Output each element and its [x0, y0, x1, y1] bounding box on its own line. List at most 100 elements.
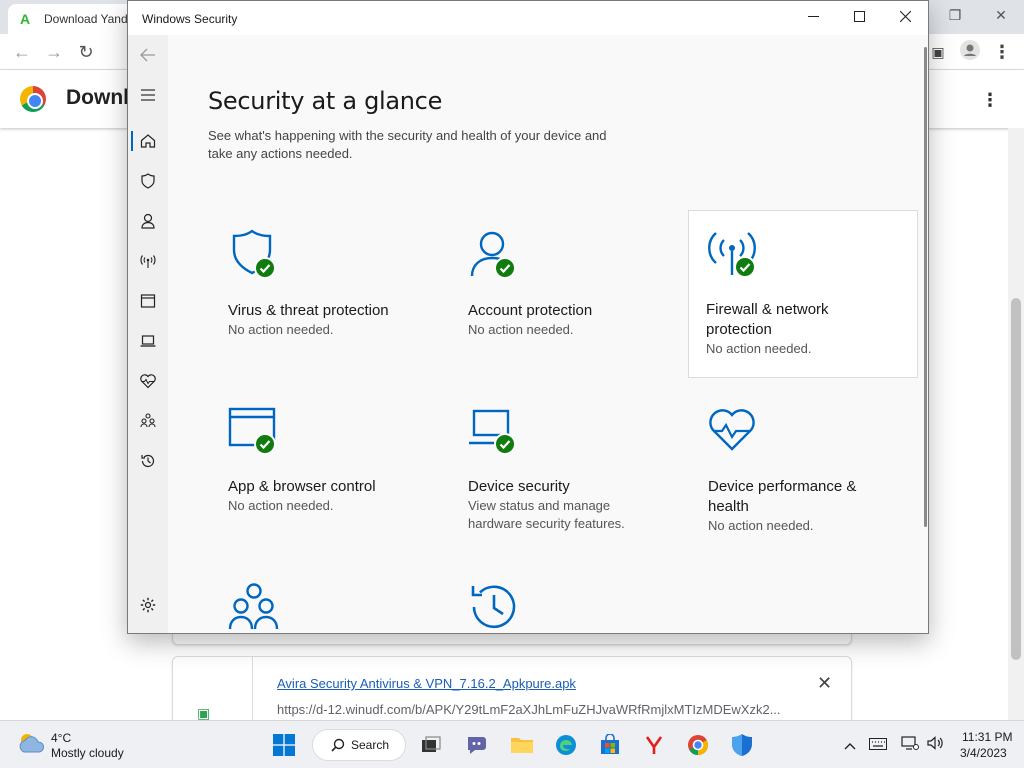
chrome-icon	[688, 735, 709, 756]
side-panel-icon[interactable]: ▣	[926, 40, 950, 64]
page-description: See what's happening with the security a…	[208, 128, 607, 161]
settings-icon	[140, 597, 156, 613]
hamburger-icon	[141, 89, 155, 101]
shield-icon	[732, 734, 752, 756]
tile-title: App & browser control	[228, 478, 376, 495]
file-explorer-button[interactable]	[506, 729, 538, 761]
tile-title: Firewall & network protection	[706, 301, 829, 338]
close-icon	[899, 10, 911, 23]
download-card: ▣ Avira Security Antivirus & VPN_7.16.2_…	[172, 656, 852, 727]
heart-pulse-icon	[140, 374, 156, 389]
tile-device-security[interactable]: Device security View status and manage h…	[448, 387, 678, 553]
history-icon	[141, 454, 155, 468]
forward-icon[interactable]: →	[42, 40, 66, 64]
back-icon[interactable]: ←	[10, 40, 34, 64]
tile-protection-history[interactable]	[448, 563, 678, 633]
start-button[interactable]	[268, 729, 300, 761]
reload-icon[interactable]: ↻	[74, 40, 98, 64]
minimize-icon	[807, 16, 819, 17]
tile-status: No action needed.	[706, 341, 812, 356]
back-button[interactable]	[128, 39, 168, 71]
check-icon	[254, 257, 276, 279]
close-icon[interactable]: ✕	[986, 4, 1016, 26]
check-icon	[254, 433, 276, 455]
sidebar-item-settings[interactable]	[128, 589, 168, 621]
sidebar-item-device-security[interactable]	[128, 325, 168, 357]
weather-cloud-icon[interactable]	[16, 731, 46, 755]
history-icon	[471, 585, 516, 629]
family-icon	[228, 583, 279, 630]
chevron-up-icon[interactable]	[840, 735, 860, 755]
chrome-button[interactable]	[682, 729, 714, 761]
tile-firewall-network-protection[interactable]: Firewall & network protection No action …	[688, 210, 918, 378]
maximize-button[interactable]	[836, 1, 882, 35]
tile-title: Account protection	[468, 302, 593, 319]
download-url: https://d-12.winudf.com/b/APK/Y29tLmF2aX…	[277, 702, 781, 717]
home-icon	[140, 134, 156, 148]
clock-date[interactable]: 3/4/2023	[960, 746, 1007, 760]
clock-time[interactable]: 11:31 PM	[962, 730, 1012, 744]
page-title: Security at a glance	[208, 87, 443, 115]
check-icon	[494, 433, 516, 455]
store-icon	[601, 734, 619, 754]
chat-icon	[468, 737, 486, 754]
check-icon	[734, 256, 756, 278]
edge-button[interactable]	[550, 729, 582, 761]
sidebar-item-protection-history[interactable]	[128, 445, 168, 477]
weather-temperature: 4°C	[51, 731, 72, 745]
close-button[interactable]	[882, 1, 928, 35]
ws-scrollbar[interactable]	[924, 47, 927, 527]
task-view-icon	[422, 736, 441, 752]
tile-status: No action needed.	[228, 498, 334, 513]
yandex-button[interactable]	[638, 729, 670, 761]
menu-button[interactable]	[128, 79, 168, 111]
chrome-menu-icon[interactable]: ⋮	[990, 40, 1014, 64]
sidebar-item-account-protection[interactable]	[128, 205, 168, 237]
tile-status: No action needed.	[468, 322, 574, 337]
page-menu-icon[interactable]: ⋮	[980, 90, 1000, 111]
sidebar-item-virus-protection[interactable]	[128, 165, 168, 197]
window-title: Windows Security	[142, 12, 238, 26]
tile-status: No action needed.	[228, 322, 334, 337]
volume-icon[interactable]	[926, 735, 946, 755]
tile-device-performance-health[interactable]: Device performance & health No action ne…	[688, 387, 918, 553]
taskbar-search[interactable]: Search	[312, 729, 406, 761]
task-view-button[interactable]	[415, 729, 447, 761]
tile-title: Device performance & health	[708, 478, 857, 515]
download-file-link[interactable]: Avira Security Antivirus & VPN_7.16.2_Ap…	[277, 676, 576, 691]
chrome-tab-title: Download Yand	[44, 12, 128, 26]
tile-family-options[interactable]	[208, 563, 438, 633]
taskbar: 4°C Mostly cloudy Search 11:31 PM 3/4/20…	[0, 720, 1024, 768]
profile-avatar[interactable]	[958, 40, 982, 64]
keyboard-icon[interactable]	[868, 735, 888, 755]
family-icon	[140, 413, 156, 428]
tile-status: View status and manage hardware security…	[468, 498, 625, 531]
download-icon-box: ▣	[173, 657, 253, 727]
page-scroll-thumb[interactable]	[1011, 298, 1021, 660]
page-scrollbar[interactable]	[1008, 128, 1024, 720]
windows-security-button[interactable]	[726, 729, 758, 761]
laptop-icon	[140, 335, 156, 347]
tile-account-protection[interactable]: Account protection No action needed.	[448, 211, 678, 377]
sidebar-item-family-options[interactable]	[128, 405, 168, 437]
sidebar-item-device-health[interactable]	[128, 365, 168, 397]
ws-sidebar	[128, 35, 168, 633]
tile-virus-threat-protection[interactable]: Virus & threat protection No action need…	[208, 211, 438, 377]
sidebar-item-app-browser[interactable]	[128, 285, 168, 317]
shield-icon	[141, 173, 155, 189]
windows-security-window: Windows Security Security at a glance Se…	[127, 0, 929, 634]
close-icon[interactable]: ✕	[817, 673, 832, 694]
windows-logo-icon	[273, 734, 295, 756]
tile-status: No action needed.	[708, 518, 814, 533]
back-arrow-icon	[140, 48, 155, 62]
minimize-button[interactable]	[790, 1, 836, 35]
network-icon[interactable]	[900, 735, 920, 755]
restore-icon[interactable]: ❐	[940, 4, 970, 26]
sidebar-item-firewall[interactable]	[128, 245, 168, 277]
weather-description: Mostly cloudy	[51, 746, 124, 760]
teams-chat-button[interactable]	[461, 729, 493, 761]
selected-indicator	[131, 131, 133, 151]
tile-app-browser-control[interactable]: App & browser control No action needed.	[208, 387, 438, 553]
store-button[interactable]	[594, 729, 626, 761]
sidebar-item-home[interactable]	[128, 125, 168, 157]
